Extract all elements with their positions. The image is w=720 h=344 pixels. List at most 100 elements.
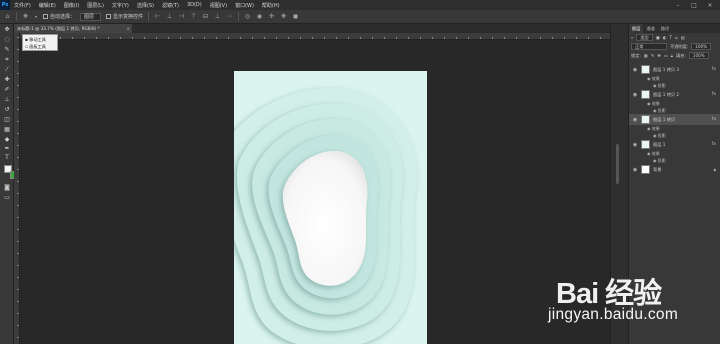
- opacity-field[interactable]: 100%: [691, 43, 712, 50]
- effect-item[interactable]: ◉ 投影: [629, 132, 720, 139]
- close-icon[interactable]: ×: [704, 0, 716, 10]
- close-tab-icon[interactable]: ×: [126, 24, 130, 33]
- eraser-tool-icon[interactable]: ◫: [3, 116, 11, 124]
- dock-scrollbar[interactable]: [616, 144, 619, 184]
- visibility-eye-icon[interactable]: ◉: [631, 167, 639, 173]
- brush-tool-icon[interactable]: ✐: [3, 86, 11, 94]
- maximize-icon[interactable]: □: [688, 0, 700, 10]
- chevron-down-icon[interactable]: ▾: [34, 13, 38, 20]
- filter-type-icon[interactable]: T: [669, 35, 672, 40]
- tab-channels[interactable]: 通道: [643, 26, 657, 32]
- gradient-tool-icon[interactable]: ▦: [3, 126, 11, 134]
- tab-paths[interactable]: 路径: [658, 26, 672, 32]
- more-icon[interactable]: ⋯: [226, 13, 233, 20]
- 3d-rotate-icon[interactable]: ◉: [256, 13, 263, 20]
- effects-row[interactable]: ◉ 效果: [629, 75, 720, 82]
- menu-view[interactable]: 视图(V): [206, 2, 231, 9]
- document-tab[interactable]: 未标题-1 @ 33.7% (图层 1 拷贝, RGB/8) * ×: [14, 24, 132, 33]
- menu-window[interactable]: 窗口(W): [231, 2, 258, 9]
- align-center-icon[interactable]: ⊥: [166, 13, 173, 20]
- minimize-icon[interactable]: –: [672, 0, 684, 10]
- menu-image[interactable]: 图像(I): [60, 2, 83, 9]
- ruler-tick: [492, 37, 493, 39]
- home-icon[interactable]: ⌂: [4, 13, 11, 20]
- 3d-slide-icon[interactable]: ✥: [280, 13, 287, 20]
- move-tool-icon[interactable]: ✥: [3, 26, 11, 34]
- layer-row[interactable]: ◉ 图层 1 fx: [629, 139, 720, 150]
- fx-icon[interactable]: fx: [712, 117, 716, 122]
- checkbox-box[interactable]: [43, 14, 48, 19]
- canvas-workspace[interactable]: [20, 41, 610, 344]
- lock-all-icon[interactable]: 🔒︎: [671, 53, 673, 58]
- lock-paint-icon[interactable]: ✎: [651, 53, 655, 58]
- document-canvas[interactable]: [234, 71, 427, 344]
- auto-select-checkbox[interactable]: 自动选择：: [43, 13, 75, 20]
- ruler-tick: [552, 37, 553, 39]
- history-brush-icon[interactable]: ↺: [3, 106, 11, 114]
- menu-3d[interactable]: 3D(D): [183, 2, 206, 8]
- auto-select-dropdown[interactable]: 图层: [80, 12, 102, 21]
- fx-icon[interactable]: fx: [712, 92, 716, 97]
- filter-shape-icon[interactable]: ⌂: [675, 35, 678, 40]
- menu-layer[interactable]: 图层(L): [83, 2, 108, 9]
- menu-type[interactable]: 文字(Y): [108, 2, 133, 9]
- fx-icon[interactable]: fx: [712, 67, 716, 72]
- layer-filter-dropdown[interactable]: 类型: [636, 34, 653, 41]
- 3d-scale-icon[interactable]: ◼: [292, 13, 299, 20]
- quick-select-icon[interactable]: ✎: [3, 46, 11, 54]
- effects-row[interactable]: ◉ 效果: [629, 150, 720, 157]
- eyedropper-icon[interactable]: ⁄: [3, 66, 11, 74]
- layer-row[interactable]: ◉ 图层 1 拷贝 2 fx: [629, 89, 720, 100]
- lock-pixels-icon[interactable]: ▦: [644, 53, 648, 58]
- align-left-icon[interactable]: ⊢: [154, 13, 161, 20]
- fill-field[interactable]: 100%: [688, 52, 709, 59]
- menu-file[interactable]: 文件(F): [10, 2, 35, 9]
- pen-tool-icon[interactable]: ✒: [3, 145, 11, 153]
- 3d-mode-icon[interactable]: ◎: [244, 13, 251, 20]
- blend-mode-dropdown[interactable]: 正常: [631, 43, 667, 50]
- blur-tool-icon[interactable]: ◆: [3, 136, 11, 144]
- menu-edit[interactable]: 编辑(E): [35, 2, 60, 9]
- filter-image-icon[interactable]: ▣: [656, 35, 660, 40]
- flyout-item-move[interactable]: ▪ 移动工具: [25, 36, 55, 43]
- horizontal-ruler[interactable]: [20, 33, 610, 40]
- filter-smart-icon[interactable]: ▤: [681, 35, 685, 40]
- effect-item[interactable]: ◉ 投影: [629, 82, 720, 89]
- layer-row[interactable]: ◉ 图层 1 拷贝 3 fx: [629, 64, 720, 75]
- align-top-icon[interactable]: ⊤: [190, 13, 197, 20]
- filter-adjust-icon[interactable]: ◐: [663, 35, 667, 40]
- menu-help[interactable]: 帮助(H): [258, 2, 284, 9]
- align-right-icon[interactable]: ⊣: [178, 13, 185, 20]
- align-middle-icon[interactable]: ⊟: [202, 13, 209, 20]
- show-transform-checkbox[interactable]: 显示变换控件: [106, 13, 143, 20]
- effects-row[interactable]: ◉ 效果: [629, 125, 720, 132]
- visibility-eye-icon[interactable]: ◉: [631, 117, 639, 123]
- flyout-item-artboard[interactable]: ▫ 画板工具: [25, 43, 55, 50]
- align-bottom-icon[interactable]: ⊥: [214, 13, 221, 20]
- tab-layers[interactable]: 图层: [629, 24, 644, 33]
- visibility-eye-icon[interactable]: ◉: [631, 67, 639, 73]
- lock-artboard-icon[interactable]: ▭: [664, 53, 668, 58]
- menu-select[interactable]: 选择(S): [133, 2, 158, 9]
- visibility-eye-icon[interactable]: ◉: [631, 92, 639, 98]
- screen-mode-icon[interactable]: ▭: [3, 194, 11, 202]
- healing-brush-icon[interactable]: ✚: [3, 76, 11, 84]
- lock-move-icon[interactable]: ✥: [657, 53, 661, 58]
- effects-row[interactable]: ◉ 效果: [629, 100, 720, 107]
- layer-row-selected[interactable]: ◉ 图层 1 拷贝 fx: [629, 114, 720, 125]
- 3d-drag-icon[interactable]: ✣: [268, 13, 275, 20]
- visibility-eye-icon[interactable]: ◉: [631, 142, 639, 148]
- checkbox-box[interactable]: [106, 14, 112, 19]
- fx-icon[interactable]: fx: [712, 142, 716, 147]
- quick-mask-icon[interactable]: ◙: [3, 184, 11, 192]
- type-tool-icon[interactable]: T: [3, 154, 11, 162]
- lasso-tool-icon[interactable]: ◌: [3, 36, 11, 44]
- effect-item[interactable]: ◉ 投影: [629, 107, 720, 114]
- app-logo[interactable]: Ps: [0, 0, 10, 10]
- effect-item[interactable]: ◉ 投影: [629, 157, 720, 164]
- layer-row-background[interactable]: ◉ 背景 🔒︎: [629, 164, 720, 175]
- stamp-tool-icon[interactable]: ⊥: [3, 96, 11, 104]
- crop-tool-icon[interactable]: ⌗: [3, 56, 11, 64]
- menu-filter[interactable]: 滤镜(T): [158, 2, 183, 9]
- move-tool-icon[interactable]: ✥: [22, 13, 29, 20]
